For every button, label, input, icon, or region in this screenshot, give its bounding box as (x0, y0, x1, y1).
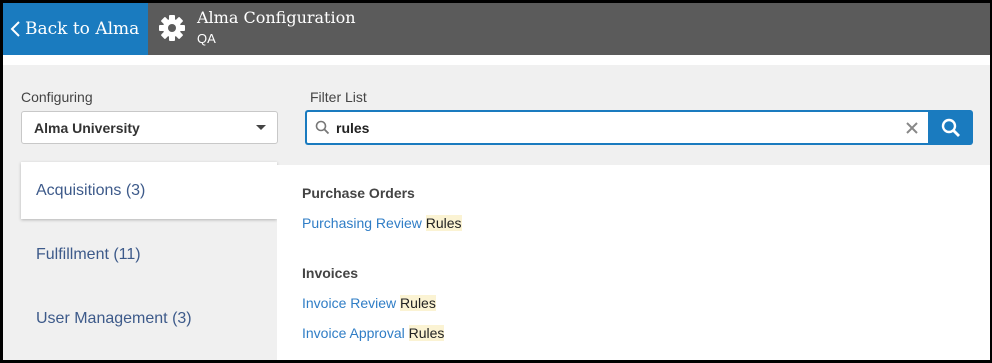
header-divider (3, 55, 990, 65)
link-invoice-approval-rules[interactable]: Invoice Approval Rules (302, 325, 445, 341)
search-button[interactable] (928, 110, 973, 145)
link-text: Invoice Approval (302, 325, 409, 341)
app-header: Back to Alma Alma Configuration QA (3, 3, 990, 55)
filter-results: Purchase Orders Purchasing Review Rules … (277, 165, 990, 360)
link-text: Invoice Review (302, 295, 401, 311)
match-highlight: Rules (408, 325, 445, 341)
caret-down-icon (256, 125, 266, 130)
app-window: Back to Alma Alma Configuration QA Confi… (0, 0, 992, 363)
back-to-alma-button[interactable]: Back to Alma (3, 3, 148, 55)
link-invoice-review-rules[interactable]: Invoice Review Rules (302, 295, 436, 311)
filter-list-label: Filter List (310, 89, 367, 105)
gear-icon (159, 15, 185, 41)
search-icon (941, 118, 960, 137)
chevron-left-icon (10, 21, 20, 37)
environment-subtitle: QA (197, 31, 216, 46)
filter-search-box (305, 110, 928, 145)
nav-item-acquisitions[interactable]: Acquisitions (3) (21, 162, 277, 219)
nav-item-user-management[interactable]: User Management (3) (21, 290, 277, 347)
page-title: Alma Configuration (197, 8, 356, 27)
back-label: Back to Alma (25, 19, 140, 39)
configuring-value: Alma University (34, 119, 140, 136)
section-title-invoices: Invoices (302, 265, 359, 281)
category-nav: Acquisitions (3) Fulfillment (11) User M… (3, 162, 277, 360)
filter-controls: Configuring Alma University Filter List (3, 65, 990, 165)
filter-search-input[interactable] (336, 116, 896, 140)
link-text: Purchasing Review (302, 215, 426, 231)
section-title-purchase-orders: Purchase Orders (302, 185, 415, 201)
nav-item-fulfillment[interactable]: Fulfillment (11) (21, 226, 277, 283)
configuring-select[interactable]: Alma University (21, 111, 278, 144)
match-highlight: Rules (425, 215, 462, 231)
magnifier-icon (315, 120, 330, 135)
link-purchasing-review-rules[interactable]: Purchasing Review Rules (302, 215, 462, 231)
close-icon[interactable] (904, 120, 920, 136)
match-highlight: Rules (400, 295, 436, 311)
configuring-label: Configuring (21, 89, 93, 105)
